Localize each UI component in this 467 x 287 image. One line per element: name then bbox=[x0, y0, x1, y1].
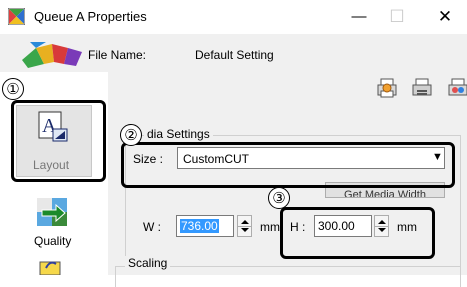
printer-settings-icon[interactable] bbox=[375, 76, 399, 100]
close-button[interactable]: ✕ bbox=[431, 5, 459, 29]
colorful-logo-icon bbox=[22, 42, 82, 68]
callout-number-3: ③ bbox=[268, 187, 290, 209]
window-title: Queue A Properties bbox=[34, 9, 147, 24]
callout-box-1 bbox=[11, 100, 106, 182]
spin-up-icon[interactable] bbox=[241, 220, 249, 224]
scaling-legend: Scaling bbox=[125, 256, 171, 270]
callout-number-2: ② bbox=[120, 124, 142, 146]
maximize-button[interactable]: ☐ bbox=[383, 5, 411, 29]
width-unit: mm bbox=[260, 220, 280, 234]
spinner-divider bbox=[238, 226, 251, 227]
width-spinner[interactable] bbox=[237, 215, 252, 237]
width-input-value: 736.00 bbox=[180, 219, 219, 233]
nav-label-quality: Quality bbox=[34, 234, 72, 248]
color-palette-icon[interactable] bbox=[38, 258, 62, 275]
printer-queue-icon[interactable] bbox=[410, 76, 434, 100]
spin-down-icon[interactable] bbox=[241, 228, 249, 232]
media-settings-legend: dia Settings bbox=[144, 127, 213, 141]
width-label: W : bbox=[143, 220, 161, 234]
minimize-button[interactable]: — bbox=[345, 5, 373, 29]
quality-icon[interactable] bbox=[36, 197, 68, 227]
printer-color-icon[interactable] bbox=[446, 76, 467, 100]
callout-box-2 bbox=[121, 142, 455, 188]
multicolor-window-icon bbox=[8, 8, 25, 25]
callout-box-3 bbox=[280, 207, 435, 259]
file-name-value: Default Setting bbox=[195, 48, 274, 62]
file-name-label: File Name: bbox=[88, 48, 147, 62]
callout-number-1: ① bbox=[2, 78, 24, 100]
